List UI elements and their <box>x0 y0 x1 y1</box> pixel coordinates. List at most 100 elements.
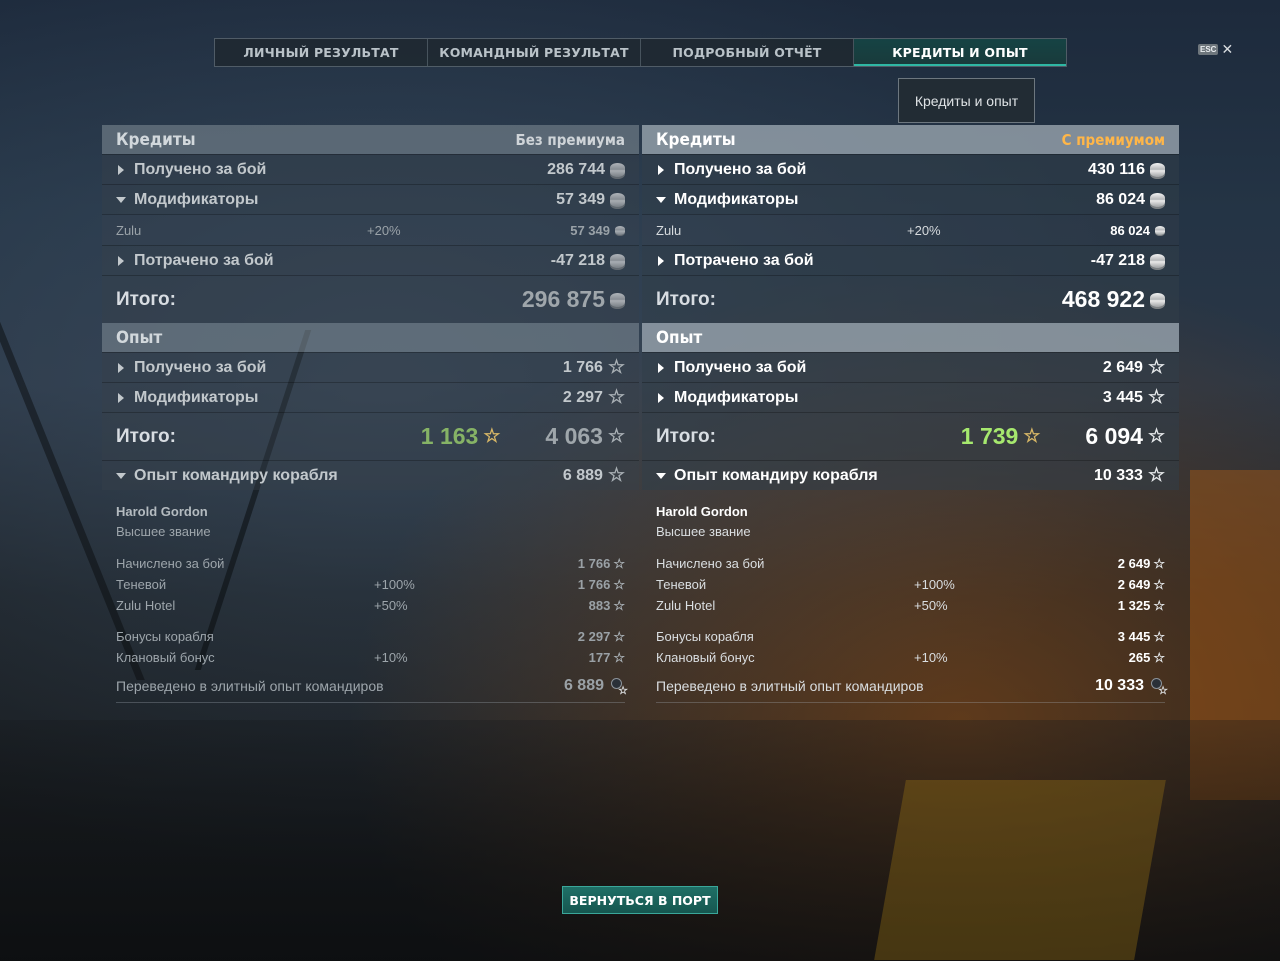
star-icon: ☆ <box>1147 426 1165 447</box>
star-icon: ☆ <box>1153 577 1165 592</box>
xp-modifiers-row[interactable]: Модификаторы 2 297 ☆ <box>102 382 639 412</box>
commander-xp-line: Бонусы корабля 3 445 ☆ <box>656 626 1165 647</box>
tab-personal-result[interactable]: ЛИЧНЫЙ РЕЗУЛЬТАТ <box>215 39 428 66</box>
line-value: 2 649 <box>1117 577 1151 592</box>
line-value: 177 <box>588 650 611 665</box>
row-value: 6 889 <box>562 466 603 484</box>
commander-elite-icon: ☆ <box>607 677 628 697</box>
xp-modifiers-row[interactable]: Модификаторы 3 445 ☆ <box>642 382 1179 412</box>
esc-key-badge: ESC <box>1198 43 1219 55</box>
collapse-icon <box>116 196 126 203</box>
row-label: Получено за бой <box>674 160 807 178</box>
row-value: 2 649 <box>1102 358 1143 376</box>
credits-earned-row[interactable]: Получено за бой 286 744 <box>102 154 639 184</box>
coin-stack-icon <box>610 162 625 177</box>
row-label: Модификаторы <box>674 388 799 406</box>
line-label: Теневой <box>116 577 167 592</box>
expand-icon <box>118 392 124 403</box>
credits-title: Кредиты <box>116 129 196 150</box>
tab-team-result[interactable]: КОМАНДНЫЙ РЕЗУЛЬТАТ <box>428 39 641 66</box>
return-to-port-button[interactable]: ВЕРНУТЬСЯ В ПОРТ <box>562 886 718 914</box>
premium-status: С премиумом <box>1061 130 1165 149</box>
elite-xp-transfer: Переведено в элитный опыт командиров 6 8… <box>116 674 628 703</box>
commander-name: Harold Gordon <box>656 504 748 519</box>
modifier-percent: +20% <box>367 222 401 238</box>
line-percent: +10% <box>914 650 948 665</box>
free-xp-total: 1 163 <box>420 423 479 449</box>
credits-spent-row[interactable]: Потрачено за бой -47 218 <box>642 245 1179 275</box>
line-value: 6 889 <box>563 677 604 694</box>
line-percent: +100% <box>914 577 955 592</box>
line-value: 265 <box>1128 650 1151 665</box>
expand-icon <box>118 362 124 373</box>
star-icon: ☆ <box>1153 598 1165 613</box>
background-cargo <box>1190 470 1280 800</box>
line-percent: +50% <box>374 598 408 613</box>
xp-header: Опыт <box>642 323 1179 352</box>
credits-earned-row[interactable]: Получено за бой 430 116 <box>642 154 1179 184</box>
credits-modifiers-row[interactable]: Модификаторы 86 024 <box>642 184 1179 214</box>
commander-xp-line: Клановый бонус +10% 177 ☆ <box>116 647 625 668</box>
star-icon: ☆ <box>1147 465 1165 486</box>
modifier-label: Zulu <box>116 222 142 238</box>
credits-header: Кредиты С премиумом <box>642 125 1179 154</box>
row-label: Модификаторы <box>134 190 259 208</box>
modifier-value: 86 024 <box>1110 222 1150 238</box>
line-label: Начислено за бой <box>116 556 225 571</box>
expand-icon <box>118 255 124 266</box>
free-xp-star-icon: ☆ <box>1023 426 1041 447</box>
row-value: -47 218 <box>1090 251 1145 269</box>
row-label: Получено за бой <box>134 358 267 376</box>
commander-details: Harold Gordon Высшее звание Начислено за… <box>102 490 639 703</box>
commander-xp-line: Клановый бонус +10% 265 ☆ <box>656 647 1165 668</box>
coin-stack-icon <box>610 192 625 207</box>
line-label: Начислено за бой <box>656 556 765 571</box>
credits-spent-row[interactable]: Потрачено за бой -47 218 <box>102 245 639 275</box>
commander-xp-row[interactable]: Опыт командиру корабля 6 889 ☆ <box>102 460 639 490</box>
coin-stack-icon <box>1150 253 1165 268</box>
modifier-label: Zulu <box>656 222 682 238</box>
line-label: Клановый бонус <box>656 650 755 665</box>
commander-rank: Высшее звание <box>116 524 211 539</box>
expand-icon <box>658 255 664 266</box>
free-xp-star-icon: ☆ <box>483 426 501 447</box>
total-label: Итого: <box>656 288 716 310</box>
line-value: 3 445 <box>1117 629 1151 644</box>
star-icon: ☆ <box>1147 387 1165 408</box>
commander-xp-line: Начислено за бой 2 649 ☆ <box>656 553 1165 574</box>
line-percent: +50% <box>914 598 948 613</box>
star-icon: ☆ <box>613 598 625 613</box>
credits-total-row: Итого: 296 875 <box>102 275 639 323</box>
xp-earned-row[interactable]: Получено за бой 2 649 ☆ <box>642 352 1179 382</box>
result-tabs: ЛИЧНЫЙ РЕЗУЛЬТАТ КОМАНДНЫЙ РЕЗУЛЬТАТ ПОД… <box>214 38 1067 67</box>
line-value: 1 766 <box>577 577 611 592</box>
row-label: Получено за бой <box>674 358 807 376</box>
star-icon: ☆ <box>613 629 625 644</box>
line-percent: +10% <box>374 650 408 665</box>
xp-earned-row[interactable]: Получено за бой 1 766 ☆ <box>102 352 639 382</box>
xp-title: Опыт <box>116 327 163 348</box>
commander-xp-line: Zulu Hotel +50% 1 325 ☆ <box>656 595 1165 616</box>
line-label: Zulu Hotel <box>656 598 716 613</box>
credits-modifiers-row[interactable]: Модификаторы 57 349 <box>102 184 639 214</box>
line-value: 2 297 <box>577 629 611 644</box>
row-label: Потрачено за бой <box>674 251 814 269</box>
xp-total-row: Итого: 1 163 ☆ 4 063 ☆ <box>102 412 639 460</box>
line-value: 1 325 <box>1117 598 1151 613</box>
tab-detailed-report[interactable]: ПОДРОБНЫЙ ОТЧЁТ <box>641 39 854 66</box>
star-icon: ☆ <box>1153 629 1165 644</box>
commander-xp-line: Начислено за бой 1 766 ☆ <box>116 553 625 574</box>
premium-panel: Кредиты С премиумом Получено за бой 430 … <box>642 125 1179 703</box>
commander-details: Harold Gordon Высшее звание Начислено за… <box>642 490 1179 703</box>
row-label: Модификаторы <box>674 190 799 208</box>
close-icon: ✕ <box>1221 41 1234 57</box>
commander-name: Harold Gordon <box>116 504 208 519</box>
commander-xp-row[interactable]: Опыт командиру корабля 10 333 ☆ <box>642 460 1179 490</box>
coin-stack-icon <box>610 253 625 268</box>
xp-header: Опыт <box>102 323 639 352</box>
expand-icon <box>658 164 664 175</box>
close-button[interactable]: ESC ✕ <box>1198 42 1233 56</box>
collapse-icon <box>656 472 666 479</box>
tab-credits-and-xp[interactable]: КРЕДИТЫ И ОПЫТ <box>854 39 1066 66</box>
line-label: Бонусы корабля <box>116 629 214 644</box>
